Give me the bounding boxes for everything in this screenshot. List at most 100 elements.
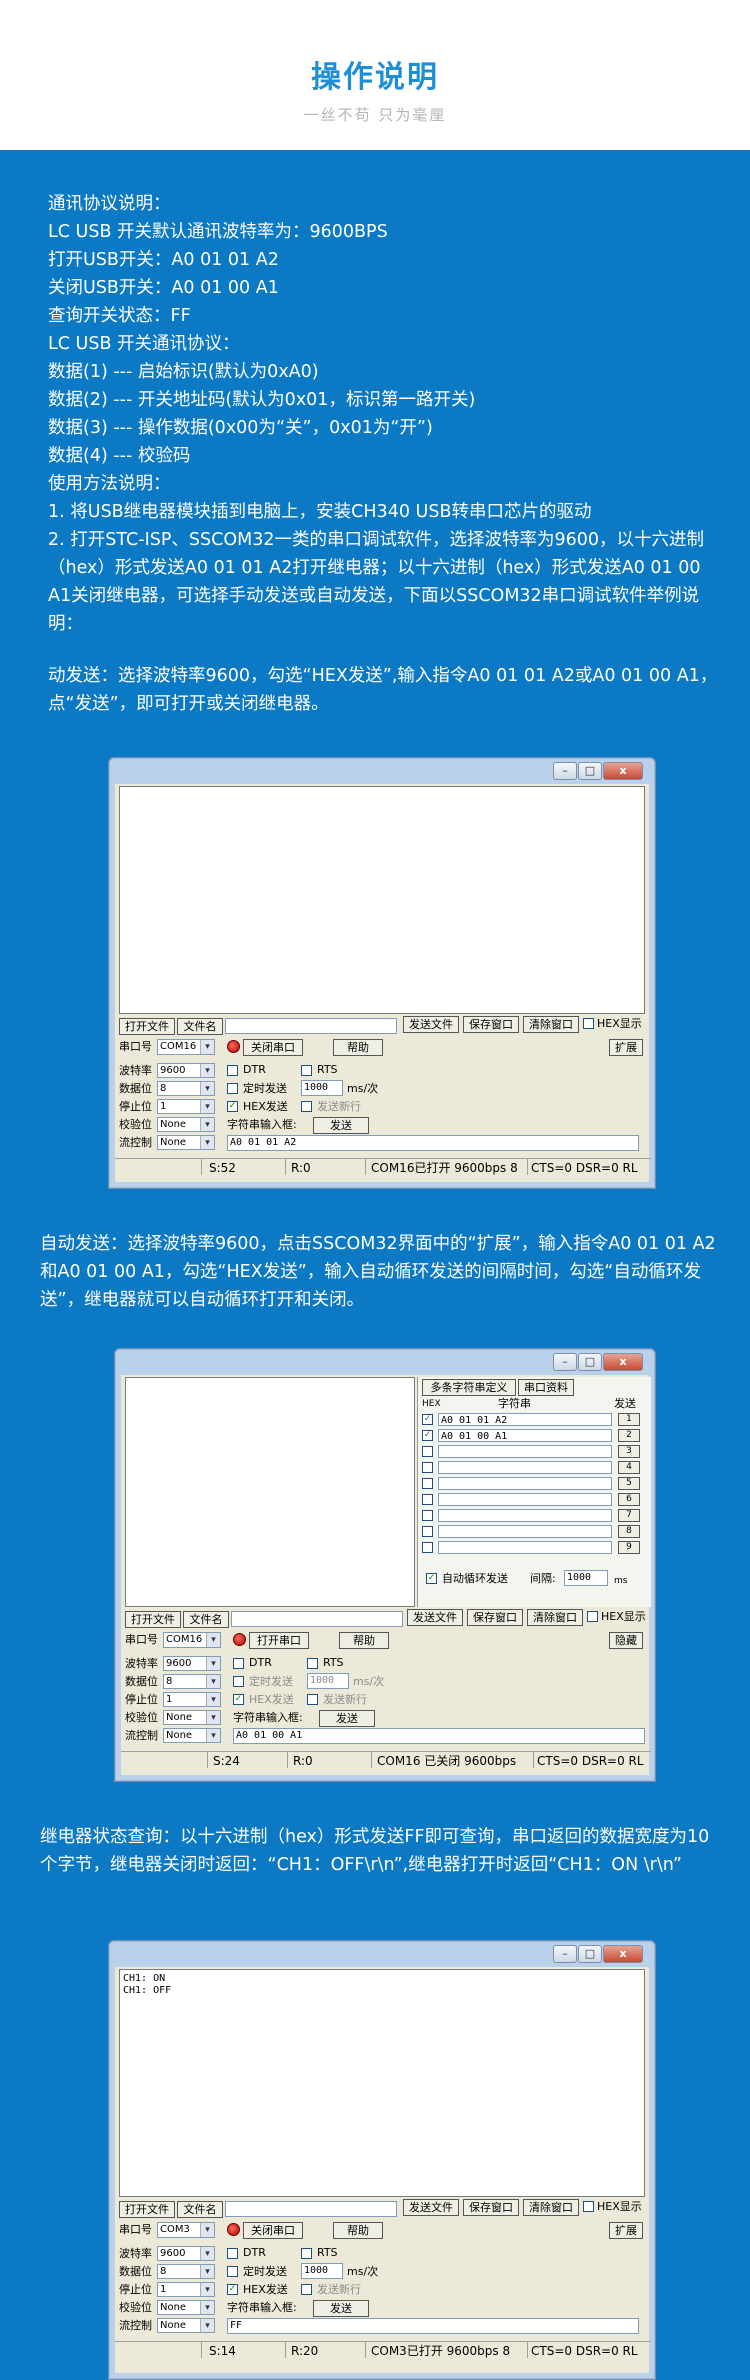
dtr-checkbox[interactable] [233, 1658, 244, 1669]
row-string-input[interactable] [438, 1445, 612, 1458]
save-window-button[interactable]: 保存窗口 [463, 2199, 519, 2216]
close-icon[interactable]: x [603, 1353, 643, 1371]
send-input[interactable]: A0 01 00 A1 [233, 1728, 645, 1744]
row-send-button[interactable]: 5 [618, 1477, 640, 1490]
row-send-button[interactable]: 8 [618, 1525, 640, 1538]
interval-input[interactable]: 1000 [301, 1080, 343, 1096]
port-select[interactable]: COM3 [157, 2222, 215, 2238]
row-hex-checkbox[interactable] [422, 1510, 433, 1521]
help-button[interactable]: 帮助 [333, 2222, 383, 2239]
row-string-input[interactable] [438, 1461, 612, 1474]
send-button[interactable]: 发送 [319, 1710, 375, 1727]
file-name-input[interactable] [231, 1611, 403, 1627]
open-file-button[interactable]: 打开文件 [125, 1611, 181, 1628]
hex-send-checkbox[interactable]: ✓ [233, 1694, 244, 1705]
clear-window-button[interactable]: 清除窗口 [523, 2199, 579, 2216]
row-hex-checkbox[interactable] [422, 1478, 433, 1489]
tab-multi-string[interactable]: 多条字符串定义 [422, 1379, 516, 1396]
timed-send-checkbox[interactable] [233, 1676, 244, 1687]
help-button[interactable]: 帮助 [333, 1039, 383, 1056]
row-hex-checkbox[interactable] [422, 1526, 433, 1537]
close-icon[interactable]: x [603, 1945, 643, 1963]
row-string-input[interactable] [438, 1477, 612, 1490]
baud-select[interactable]: 9600 [163, 1656, 221, 1671]
hex-display-checkbox[interactable] [583, 2201, 594, 2212]
send-button[interactable]: 发送 [313, 1117, 369, 1134]
databits-select[interactable]: 8 [157, 2264, 215, 2279]
hex-display-checkbox[interactable] [583, 1018, 594, 1029]
send-file-button[interactable]: 发送文件 [403, 2199, 459, 2216]
expand-button[interactable]: 扩展 [609, 1039, 643, 1056]
minimize-icon[interactable]: – [553, 1353, 577, 1371]
send-newline-checkbox[interactable] [307, 1694, 318, 1705]
row-hex-checkbox[interactable]: ✓ [422, 1430, 433, 1441]
row-send-button[interactable]: 9 [618, 1541, 640, 1554]
clear-window-button[interactable]: 清除窗口 [527, 1609, 583, 1626]
rts-checkbox[interactable] [301, 2248, 312, 2259]
maximize-icon[interactable]: □ [578, 1945, 602, 1963]
send-input[interactable]: A0 01 01 A2 [227, 1135, 639, 1151]
row-string-input[interactable] [438, 1525, 612, 1538]
receive-area[interactable] [119, 786, 645, 1014]
dtr-checkbox[interactable] [227, 1065, 238, 1076]
save-window-button[interactable]: 保存窗口 [467, 1609, 523, 1626]
timed-send-checkbox[interactable] [227, 1083, 238, 1094]
clear-window-button[interactable]: 清除窗口 [523, 1016, 579, 1033]
hex-display-checkbox[interactable] [587, 1611, 598, 1622]
interval-input[interactable]: 1000 [307, 1673, 349, 1689]
stopbits-select[interactable]: 1 [163, 1692, 221, 1707]
row-hex-checkbox[interactable] [422, 1494, 433, 1505]
open-port-button[interactable]: 打开串口 [249, 1632, 309, 1649]
databits-select[interactable]: 8 [157, 1081, 215, 1096]
timed-send-checkbox[interactable] [227, 2266, 238, 2277]
row-send-button[interactable]: 6 [618, 1493, 640, 1506]
row-send-button[interactable]: 2 [618, 1429, 640, 1442]
row-string-input[interactable] [438, 1541, 612, 1554]
expand-button[interactable]: 扩展 [609, 2222, 643, 2239]
minimize-icon[interactable]: – [553, 1945, 577, 1963]
minimize-icon[interactable]: – [553, 762, 577, 780]
loop-interval-input[interactable]: 1000 [564, 1570, 608, 1586]
stopbits-select[interactable]: 1 [157, 1099, 215, 1114]
receive-area[interactable]: CH1: ON CH1: OFF [119, 1969, 645, 2197]
row-hex-checkbox[interactable] [422, 1462, 433, 1473]
close-icon[interactable]: x [603, 762, 643, 780]
hide-button[interactable]: 隐藏 [609, 1632, 643, 1649]
row-string-input[interactable]: A0 01 00 A1 [438, 1429, 612, 1442]
help-button[interactable]: 帮助 [339, 1632, 389, 1649]
dtr-checkbox[interactable] [227, 2248, 238, 2259]
rts-checkbox[interactable] [307, 1658, 318, 1669]
stopbits-select[interactable]: 1 [157, 2282, 215, 2297]
maximize-icon[interactable]: □ [578, 1353, 602, 1371]
row-hex-checkbox[interactable]: ✓ [422, 1414, 433, 1425]
close-port-button[interactable]: 关闭串口 [243, 2222, 303, 2239]
hex-send-checkbox[interactable]: ✓ [227, 2284, 238, 2295]
interval-input[interactable]: 1000 [301, 2263, 343, 2279]
port-select[interactable]: COM16 [157, 1039, 215, 1055]
parity-select[interactable]: None [157, 1117, 215, 1132]
row-string-input[interactable] [438, 1509, 612, 1522]
flow-select[interactable]: None [157, 1135, 215, 1150]
send-newline-checkbox[interactable] [301, 1101, 312, 1112]
parity-select[interactable]: None [163, 1710, 221, 1725]
row-string-input[interactable] [438, 1493, 612, 1506]
send-button[interactable]: 发送 [313, 2300, 369, 2317]
hex-send-checkbox[interactable]: ✓ [227, 1101, 238, 1112]
flow-select[interactable]: None [163, 1728, 221, 1743]
send-newline-checkbox[interactable] [301, 2284, 312, 2295]
auto-loop-checkbox[interactable]: ✓ [426, 1573, 437, 1584]
row-string-input[interactable]: A0 01 01 A2 [438, 1413, 612, 1426]
open-file-button[interactable]: 打开文件 [119, 1018, 175, 1035]
rts-checkbox[interactable] [301, 1065, 312, 1076]
row-send-button[interactable]: 4 [618, 1461, 640, 1474]
file-name-input[interactable] [225, 2201, 397, 2217]
row-send-button[interactable]: 3 [618, 1445, 640, 1458]
receive-area[interactable] [125, 1377, 415, 1607]
row-send-button[interactable]: 7 [618, 1509, 640, 1522]
databits-select[interactable]: 8 [163, 1674, 221, 1689]
row-hex-checkbox[interactable] [422, 1542, 433, 1553]
save-window-button[interactable]: 保存窗口 [463, 1016, 519, 1033]
row-send-button[interactable]: 1 [618, 1413, 640, 1426]
row-hex-checkbox[interactable] [422, 1446, 433, 1457]
parity-select[interactable]: None [157, 2300, 215, 2315]
